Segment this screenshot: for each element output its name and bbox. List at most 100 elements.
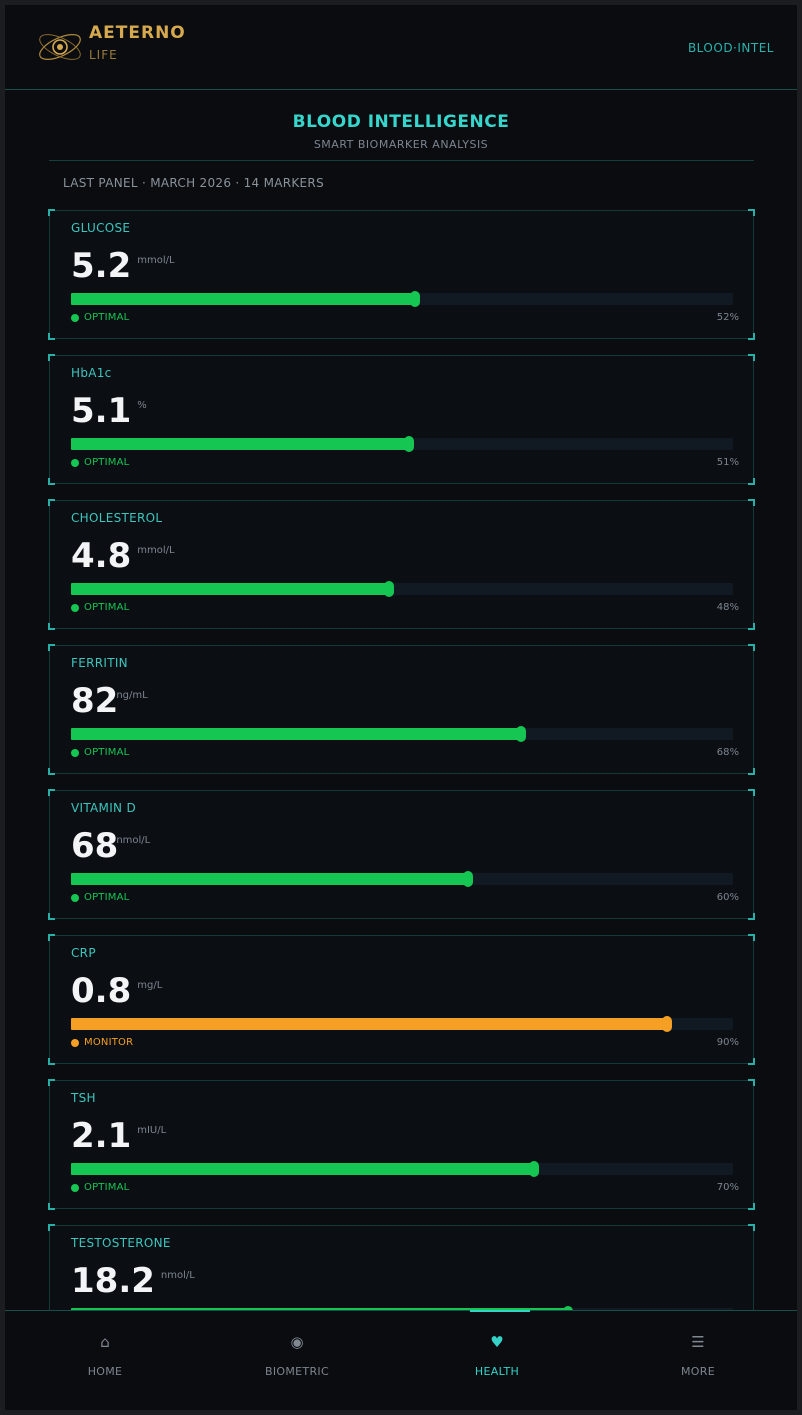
status-badge: OPTIMAL xyxy=(71,312,129,323)
status-label: OPTIMAL xyxy=(84,747,130,758)
marker-unit: % xyxy=(137,400,147,411)
corner-bracket xyxy=(748,478,755,485)
marker-value: 2.1 xyxy=(71,1116,132,1156)
corner-bracket xyxy=(748,1058,755,1065)
biomarker-card[interactable]: GLUCOSE 5.2 mmol/L OPTIMAL 52% xyxy=(48,209,755,340)
panel-info: LAST PANEL · MARCH 2026 · 14 MARKERS xyxy=(63,176,324,190)
range-bar xyxy=(71,1016,733,1032)
marker-name: CRP xyxy=(71,946,96,960)
marker-name: CHOLESTEROL xyxy=(71,511,163,525)
corner-bracket xyxy=(48,913,55,920)
divider xyxy=(49,160,754,161)
marker-value: 5.2 xyxy=(71,246,132,286)
marker-reading: 0.8 mg/L xyxy=(71,971,162,1011)
status-badge: OPTIMAL xyxy=(71,747,129,758)
page-subtitle: SMART BIOMARKER ANALYSIS xyxy=(313,138,489,151)
marker-unit: mmol/L xyxy=(137,545,175,556)
marker-value: 68 xyxy=(71,826,119,866)
corner-bracket xyxy=(48,934,55,941)
status-label: OPTIMAL xyxy=(84,457,130,468)
marker-percent: 48% xyxy=(716,602,739,613)
marker-reading: 2.1 mIU/L xyxy=(71,1116,166,1156)
status-badge: OPTIMAL xyxy=(71,457,129,468)
nav-item-health[interactable]: ♥ HEALTH xyxy=(437,1311,557,1378)
range-bar-marker xyxy=(529,1161,539,1177)
corner-bracket xyxy=(748,768,755,775)
status-dot xyxy=(71,1183,79,1192)
corner-bracket xyxy=(748,1203,755,1210)
corner-bracket xyxy=(748,1079,755,1086)
status-label: OPTIMAL xyxy=(84,1182,130,1193)
range-bar-fill xyxy=(71,293,415,305)
range-bar-marker xyxy=(662,1016,672,1032)
corner-bracket xyxy=(748,789,755,796)
marker-name: VITAMIN D xyxy=(71,801,136,815)
marker-value: 18.2 xyxy=(71,1261,155,1301)
marker-unit: mg/L xyxy=(137,980,163,991)
marker-value: 5.1 xyxy=(71,391,132,431)
corner-bracket xyxy=(48,499,55,506)
nav-item-more[interactable]: ☰ MORE xyxy=(638,1311,758,1378)
marker-name: TESTOSTERONE xyxy=(71,1236,171,1250)
corner-bracket xyxy=(48,1079,55,1086)
biomarker-card[interactable]: TSH 2.1 mIU/L OPTIMAL 70% xyxy=(48,1079,755,1210)
corner-bracket xyxy=(48,209,55,216)
home-icon: ⌂ xyxy=(100,1333,110,1351)
status-label: OPTIMAL xyxy=(84,892,130,903)
corner-bracket xyxy=(48,354,55,361)
corner-bracket xyxy=(748,934,755,941)
brand: AETERNO LIFE xyxy=(89,23,186,62)
status-label: MONITOR xyxy=(84,1037,134,1048)
status-badge: OPTIMAL xyxy=(71,892,129,903)
corner-bracket xyxy=(48,1058,55,1065)
marker-unit: nmol/L xyxy=(116,835,151,846)
biomarker-card[interactable]: HbA1c 5.1 % OPTIMAL 51% xyxy=(48,354,755,485)
nav-item-biometric[interactable]: ◉ BIOMETRIC xyxy=(237,1311,357,1378)
marker-value: 0.8 xyxy=(71,971,132,1011)
biomarker-card[interactable]: CHOLESTEROL 4.8 mmol/L OPTIMAL 48% xyxy=(48,499,755,630)
biomarker-card[interactable]: VITAMIN D 68 nmol/L OPTIMAL 60% xyxy=(48,789,755,920)
marker-reading: 18.2 nmol/L xyxy=(71,1261,195,1301)
marker-percent: 51% xyxy=(716,457,739,468)
range-bar-fill xyxy=(71,1163,534,1175)
range-bar xyxy=(71,726,733,742)
marker-unit: ng/mL xyxy=(116,690,148,701)
range-bar-fill xyxy=(71,728,521,740)
corner-bracket xyxy=(48,768,55,775)
status-label: OPTIMAL xyxy=(84,312,130,323)
brand-subtitle: LIFE xyxy=(89,48,118,62)
nav-label: HOME xyxy=(87,1365,123,1378)
status-dot xyxy=(71,313,79,322)
marker-list: GLUCOSE 5.2 mmol/L OPTIMAL 52% HbA1c 5.1… xyxy=(48,209,755,1370)
range-bar-fill xyxy=(71,438,409,450)
biomarker-card[interactable]: CRP 0.8 mg/L MONITOR 90% xyxy=(48,934,755,1065)
range-bar-marker xyxy=(463,871,473,887)
header-section-link[interactable]: BLOOD·INTEL xyxy=(688,41,774,55)
corner-bracket xyxy=(748,209,755,216)
range-bar xyxy=(71,436,733,452)
marker-percent: 52% xyxy=(716,312,739,323)
corner-bracket xyxy=(48,1224,55,1231)
marker-reading: 5.1 % xyxy=(71,391,147,431)
heart-icon: ♥ xyxy=(490,1333,504,1351)
marker-unit: mIU/L xyxy=(137,1125,167,1136)
bottom-nav: ⌂ HOME ◉ BIOMETRIC ♥ HEALTH ☰ MORE xyxy=(5,1310,797,1410)
range-bar xyxy=(71,581,733,597)
biomarker-card[interactable]: FERRITIN 82 ng/mL OPTIMAL 68% xyxy=(48,644,755,775)
nav-item-home[interactable]: ⌂ HOME xyxy=(45,1311,165,1378)
marker-percent: 90% xyxy=(716,1037,739,1048)
corner-bracket xyxy=(48,623,55,630)
nav-label: MORE xyxy=(681,1365,715,1378)
brand-name: AETERNO xyxy=(89,23,186,43)
corner-bracket xyxy=(48,789,55,796)
marker-percent: 60% xyxy=(716,892,739,903)
atom-logo-icon xyxy=(39,34,81,60)
corner-bracket xyxy=(748,333,755,340)
range-bar-fill xyxy=(71,873,468,885)
corner-bracket xyxy=(748,623,755,630)
corner-bracket xyxy=(748,354,755,361)
corner-bracket xyxy=(748,499,755,506)
corner-bracket xyxy=(48,644,55,651)
status-badge: OPTIMAL xyxy=(71,1182,129,1193)
corner-bracket xyxy=(748,644,755,651)
